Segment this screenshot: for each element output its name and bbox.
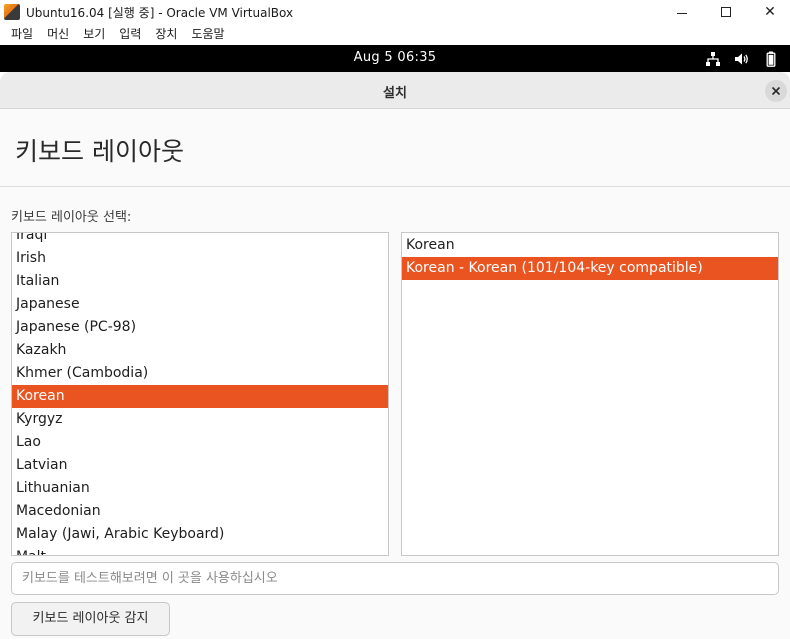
battery-icon[interactable] bbox=[763, 51, 779, 67]
menu-devices[interactable]: 장치 bbox=[148, 24, 184, 45]
maximize-button[interactable] bbox=[703, 0, 749, 24]
menu-view[interactable]: 보기 bbox=[76, 24, 112, 45]
list-item[interactable]: Macedonian bbox=[12, 500, 388, 523]
host-menu-bar: 파일 머신 보기 입력 장치 도움말 bbox=[0, 24, 790, 45]
menu-file[interactable]: 파일 bbox=[4, 24, 40, 45]
list-item[interactable]: Irish bbox=[12, 247, 388, 270]
close-icon: ✕ bbox=[764, 4, 776, 20]
list-item[interactable]: Lithuanian bbox=[12, 477, 388, 500]
list-item[interactable]: Malay (Jawi, Arabic Keyboard) bbox=[12, 523, 388, 546]
clock[interactable]: Aug 5 06:35 bbox=[0, 50, 790, 65]
list-item[interactable]: Korean bbox=[402, 234, 778, 257]
list-item[interactable]: Khmer (Cambodia) bbox=[12, 362, 388, 385]
detect-layout-button[interactable]: 키보드 레이아웃 감지 bbox=[11, 602, 170, 636]
layout-select-label: 키보드 레이아웃 선택: bbox=[11, 210, 132, 225]
list-item[interactable]: Malt bbox=[12, 546, 388, 555]
list-item[interactable]: Japanese bbox=[12, 293, 388, 316]
list-item[interactable]: Kazakh bbox=[12, 339, 388, 362]
installer-close-button[interactable] bbox=[765, 80, 787, 102]
keyboard-test-input[interactable] bbox=[11, 562, 779, 595]
keyboard-layout-list[interactable]: Iraqi Irish Italian Japanese Japanese (P… bbox=[11, 232, 389, 556]
list-item[interactable]: Japanese (PC-98) bbox=[12, 316, 388, 339]
list-item[interactable]: Kyrgyz bbox=[12, 408, 388, 431]
installer-header-bar: 설치 bbox=[0, 72, 790, 109]
page-title: 키보드 레이아웃 bbox=[15, 137, 184, 166]
keyboard-variant-list[interactable]: Korean Korean - Korean (101/104-key comp… bbox=[401, 232, 779, 556]
list-item[interactable]: Lao bbox=[12, 431, 388, 454]
host-window-title: Ubuntu16.04 [실행 중] - Oracle VM VirtualBo… bbox=[26, 6, 294, 20]
close-window-button[interactable]: ✕ bbox=[747, 0, 790, 24]
menu-help[interactable]: 도움말 bbox=[184, 24, 231, 45]
close-icon bbox=[771, 86, 781, 96]
minimize-button[interactable] bbox=[659, 0, 705, 24]
maximize-icon bbox=[721, 7, 731, 17]
volume-icon[interactable] bbox=[733, 51, 749, 67]
list-item[interactable]: Iraqi bbox=[12, 233, 388, 247]
guest-top-panel: Aug 5 06:35 bbox=[0, 45, 790, 72]
list-item[interactable]: Italian bbox=[12, 270, 388, 293]
installer-window: 설치 키보드 레이아웃 키보드 레이아웃 선택: Iraqi Irish Ita… bbox=[0, 72, 790, 639]
list-item[interactable]: Latvian bbox=[12, 454, 388, 477]
list-item-selected[interactable]: Korean - Korean (101/104-key compatible) bbox=[402, 257, 778, 280]
menu-machine[interactable]: 머신 bbox=[40, 24, 76, 45]
list-item-selected[interactable]: Korean bbox=[12, 385, 388, 408]
installer-window-title: 설치 bbox=[383, 86, 407, 101]
menu-input[interactable]: 입력 bbox=[112, 24, 148, 45]
host-title-bar: Ubuntu16.04 [실행 중] - Oracle VM VirtualBo… bbox=[0, 0, 790, 24]
minimize-icon bbox=[677, 12, 687, 14]
virtualbox-icon bbox=[4, 4, 20, 20]
network-icon[interactable] bbox=[705, 51, 721, 67]
header-divider bbox=[0, 186, 790, 187]
